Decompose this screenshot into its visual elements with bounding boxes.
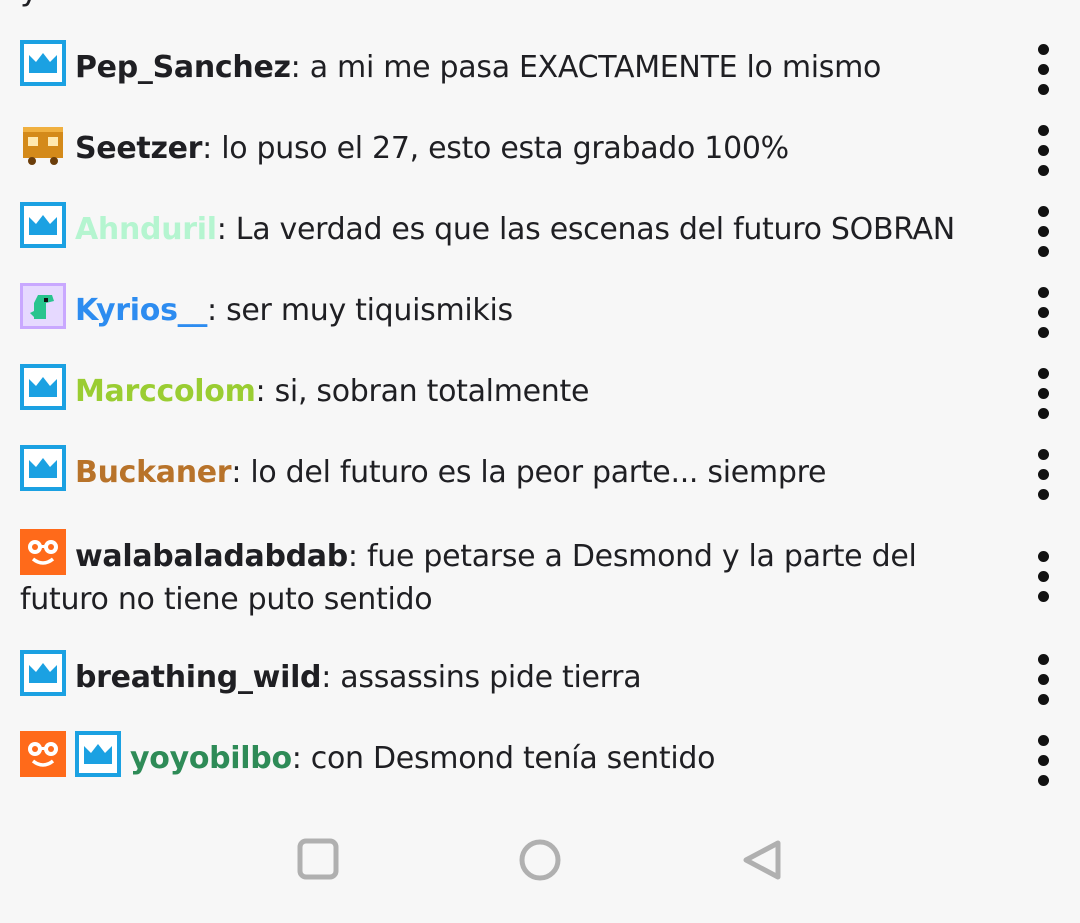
chat-message-text: : ser muy tiquismikis xyxy=(207,293,513,328)
circle-icon xyxy=(519,839,561,881)
more-options-button[interactable] xyxy=(1028,368,1058,430)
more-options-button[interactable] xyxy=(1028,449,1058,511)
chat-username[interactable]: yoyobilbo xyxy=(130,741,292,776)
chat-username[interactable]: Ahnduril xyxy=(75,212,217,247)
chat-message-text: : lo del futuro es la peor parte... siem… xyxy=(231,455,827,490)
chat-message: Marccolom: si, sobran totalmente xyxy=(20,364,1010,413)
train-badge-icon[interactable] xyxy=(20,121,66,167)
square-icon xyxy=(297,838,339,880)
chat-message: Buckaner: lo del futuro es la peor parte… xyxy=(20,445,1010,494)
chat-message-text: : si, sobran totalmente xyxy=(255,374,590,409)
chat-username[interactable]: Kyrios__ xyxy=(75,293,207,328)
home-button[interactable] xyxy=(515,835,565,885)
chat-screen: y Pep_Sanchez: a mi me pasa EXACTAMENTE … xyxy=(0,0,1080,923)
previous-message-fragment: y xyxy=(20,0,39,8)
prime-crown-icon[interactable] xyxy=(20,650,66,696)
glasses-face-badge-icon[interactable] xyxy=(20,731,66,777)
dino-badge-icon[interactable] xyxy=(20,283,66,329)
prime-crown-icon[interactable] xyxy=(20,364,66,410)
glasses-face-badge-icon[interactable] xyxy=(20,529,66,575)
chat-message-text: : con Desmond tenía sentido xyxy=(291,741,716,776)
prime-crown-icon[interactable] xyxy=(20,445,66,491)
more-options-button[interactable] xyxy=(1028,125,1058,187)
more-options-button[interactable] xyxy=(1028,654,1058,716)
chat-username[interactable]: walabaladabdab xyxy=(75,539,348,574)
chat-message: breathing_wild: assassins pide tierra xyxy=(20,650,1010,699)
chat-username[interactable]: breathing_wild xyxy=(75,660,322,695)
recents-button[interactable] xyxy=(295,835,345,885)
chat-username[interactable]: Marccolom xyxy=(75,374,256,409)
chat-message-text: : lo puso el 27, esto esta grabado 100% xyxy=(202,131,789,166)
chat-message-text: : a mi me pasa EXACTAMENTE lo mismo xyxy=(290,50,882,85)
chat-message: Pep_Sanchez: a mi me pasa EXACTAMENTE lo… xyxy=(20,40,1010,89)
chat-message: yoyobilbo: con Desmond tenía sentido xyxy=(20,731,1010,780)
chat-username[interactable]: Buckaner xyxy=(75,455,232,490)
prime-crown-icon[interactable] xyxy=(20,202,66,248)
chat-username[interactable]: Pep_Sanchez xyxy=(75,50,291,85)
chat-message-text: : assassins pide tierra xyxy=(321,660,642,695)
system-nav-bar xyxy=(0,815,1080,923)
chat-message: Kyrios__: ser muy tiquismikis xyxy=(20,283,1010,332)
more-options-button[interactable] xyxy=(1028,44,1058,106)
prime-crown-icon[interactable] xyxy=(75,731,121,777)
more-options-button[interactable] xyxy=(1028,735,1058,797)
more-options-button[interactable] xyxy=(1028,551,1058,613)
chat-message: Seetzer: lo puso el 27, esto esta grabad… xyxy=(20,121,1010,170)
triangle-back-icon xyxy=(743,840,781,880)
prime-crown-icon[interactable] xyxy=(20,40,66,86)
chat-message: Ahnduril: La verdad es que las escenas d… xyxy=(20,202,1010,251)
chat-message: walabaladabdab: fue petarse a Desmond y … xyxy=(20,529,1010,621)
back-button[interactable] xyxy=(738,835,788,885)
more-options-button[interactable] xyxy=(1028,287,1058,349)
chat-username[interactable]: Seetzer xyxy=(75,131,202,166)
more-options-button[interactable] xyxy=(1028,206,1058,268)
chat-message-text: : La verdad es que las escenas del futur… xyxy=(216,212,955,247)
